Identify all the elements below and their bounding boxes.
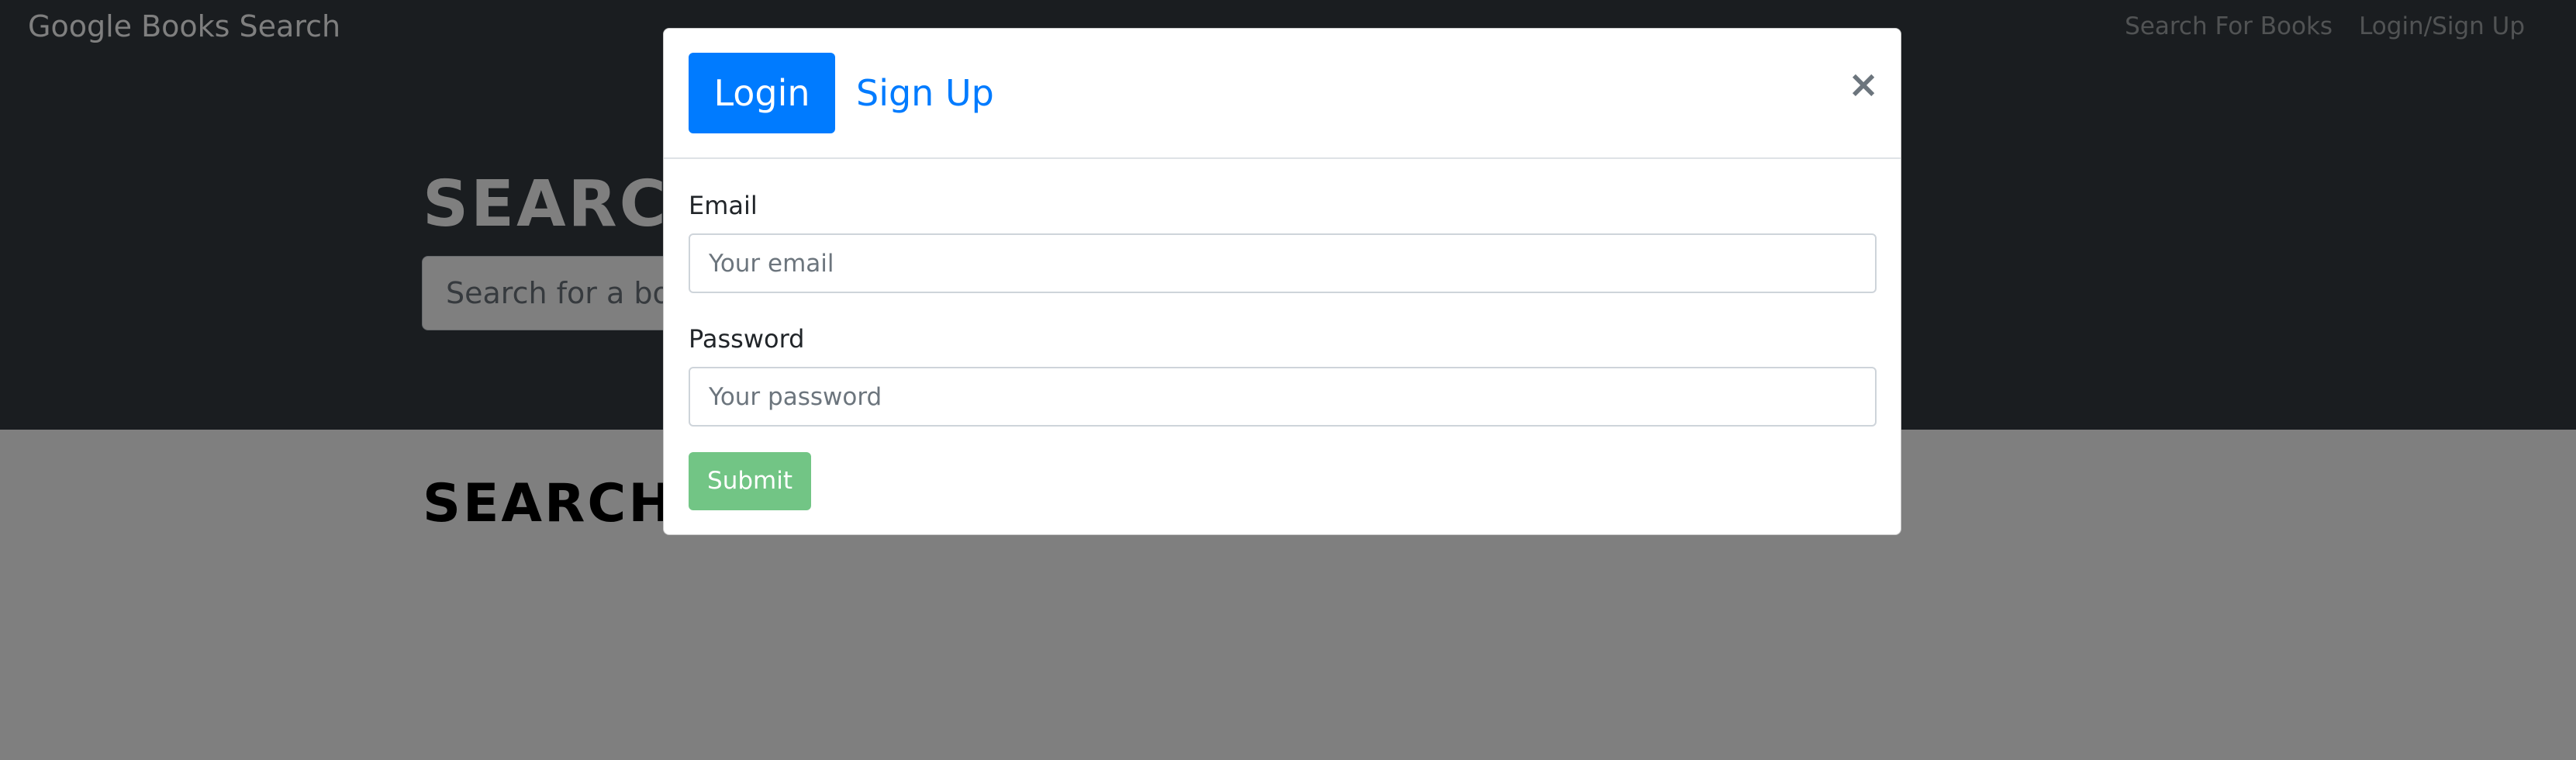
password-field[interactable]: [689, 367, 1877, 427]
close-icon[interactable]: ×: [1848, 66, 1879, 103]
tab-signup[interactable]: Sign Up: [850, 53, 1005, 133]
modal-header: Login Sign Up ×: [664, 29, 1901, 159]
submit-button[interactable]: Submit: [689, 452, 811, 510]
auth-modal: Login Sign Up × Email Password Submit: [663, 28, 1901, 535]
password-label: Password: [689, 324, 805, 354]
email-field[interactable]: [689, 233, 1877, 293]
tab-login[interactable]: Login: [689, 53, 835, 133]
email-label: Email: [689, 191, 758, 220]
